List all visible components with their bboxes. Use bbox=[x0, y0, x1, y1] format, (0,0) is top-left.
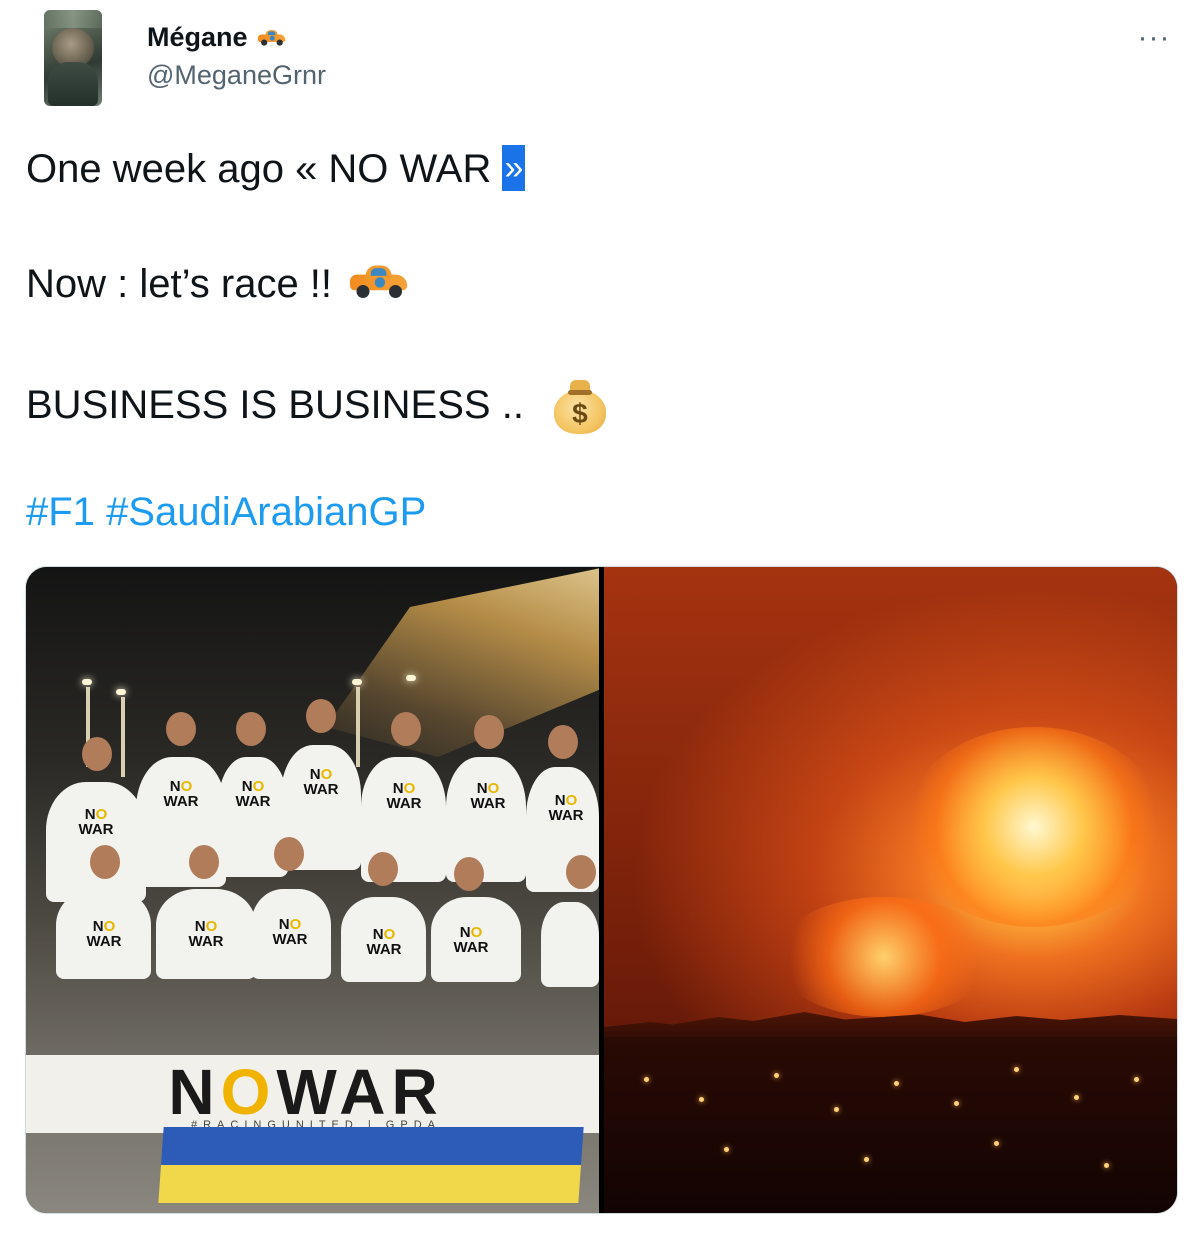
hashtags: #F1 #SaudiArabianGP bbox=[26, 490, 426, 535]
display-name[interactable]: Mégane bbox=[147, 22, 248, 53]
driver-head bbox=[166, 712, 196, 746]
driver-head bbox=[566, 855, 596, 889]
shirt-text: NO WAR bbox=[163, 778, 199, 810]
avatar-bg bbox=[44, 10, 102, 28]
tweet-line-2: Now : let’s race !! bbox=[26, 262, 408, 307]
shirt-text: NO WAR bbox=[386, 780, 422, 812]
lamp bbox=[352, 679, 362, 685]
tweet-media: NO WAR NO WAR NO WAR NO WAR NO WAR NO WAR NO WA… bbox=[25, 566, 1178, 1214]
shirt-text: NO WAR bbox=[86, 918, 122, 950]
fireball bbox=[904, 727, 1164, 927]
shirt-text: NO WAR bbox=[366, 926, 402, 958]
race-car-icon bbox=[350, 262, 425, 306]
author-name-row[interactable]: Mégane bbox=[147, 20, 288, 54]
highlighted-close-quote: » bbox=[502, 145, 526, 191]
shirt-text: NO WAR bbox=[188, 918, 224, 950]
driver-head bbox=[474, 715, 504, 749]
driver-head bbox=[306, 699, 336, 733]
photo-drivers-no-war[interactable]: NO WAR NO WAR NO WAR NO WAR NO WAR NO WAR NO WA… bbox=[26, 567, 599, 1213]
banner-text: NOWAR bbox=[168, 1056, 444, 1128]
driver-head bbox=[189, 845, 219, 879]
driver bbox=[46, 782, 146, 902]
light-pole bbox=[121, 697, 125, 777]
tweet-line-1-text: One week ago « NO WAR bbox=[26, 147, 503, 191]
tweet-line-3-text: BUSINESS IS BUSINESS .. bbox=[26, 382, 524, 427]
driver-head bbox=[236, 712, 266, 746]
driver bbox=[541, 902, 599, 987]
driver-head bbox=[391, 712, 421, 746]
shirt-text: NO WAR bbox=[235, 778, 271, 810]
tweet-line-3: BUSINESS IS BUSINESS .. $ bbox=[26, 376, 606, 434]
shirt-text: NO WAR bbox=[303, 766, 339, 798]
driver-head bbox=[368, 852, 398, 886]
shirt-text: NO WAR bbox=[453, 924, 489, 956]
driver-head bbox=[82, 737, 112, 771]
shirt-text: NO WAR bbox=[470, 780, 506, 812]
lamp bbox=[406, 675, 416, 681]
flag-yellow-stripe bbox=[158, 1165, 582, 1203]
avatar[interactable] bbox=[44, 10, 102, 106]
ukraine-flag bbox=[158, 1127, 584, 1203]
driver-head bbox=[90, 845, 120, 879]
light-pole bbox=[356, 687, 360, 767]
hashtag-f1[interactable]: #F1 bbox=[26, 490, 95, 534]
driver-head bbox=[454, 857, 484, 891]
tweet-line-1: One week ago « NO WAR » bbox=[26, 145, 526, 192]
fire-glow bbox=[774, 897, 994, 1017]
author-handle[interactable]: @MeganeGrnr bbox=[147, 60, 326, 91]
shirt-text: NO WAR bbox=[548, 792, 584, 824]
driver-head bbox=[548, 725, 578, 759]
driver-head bbox=[274, 837, 304, 871]
shirt-text: NO WAR bbox=[272, 916, 308, 948]
hashtag-saudiarabiangp[interactable]: #SaudiArabianGP bbox=[106, 490, 426, 534]
lamp bbox=[82, 679, 92, 685]
shirt-text: NO WAR bbox=[78, 806, 114, 838]
photo-fire-explosion[interactable] bbox=[604, 567, 1177, 1213]
more-options-button[interactable]: ··· bbox=[1134, 18, 1174, 58]
city-at-night bbox=[604, 1037, 1177, 1213]
tweet-line-2-text: Now : let’s race !! bbox=[26, 262, 333, 306]
avatar-body bbox=[48, 62, 98, 106]
money-bag-icon: $ bbox=[553, 376, 606, 434]
flag-blue-stripe bbox=[161, 1127, 584, 1165]
race-car-icon bbox=[257, 29, 285, 46]
lamp bbox=[116, 689, 126, 695]
